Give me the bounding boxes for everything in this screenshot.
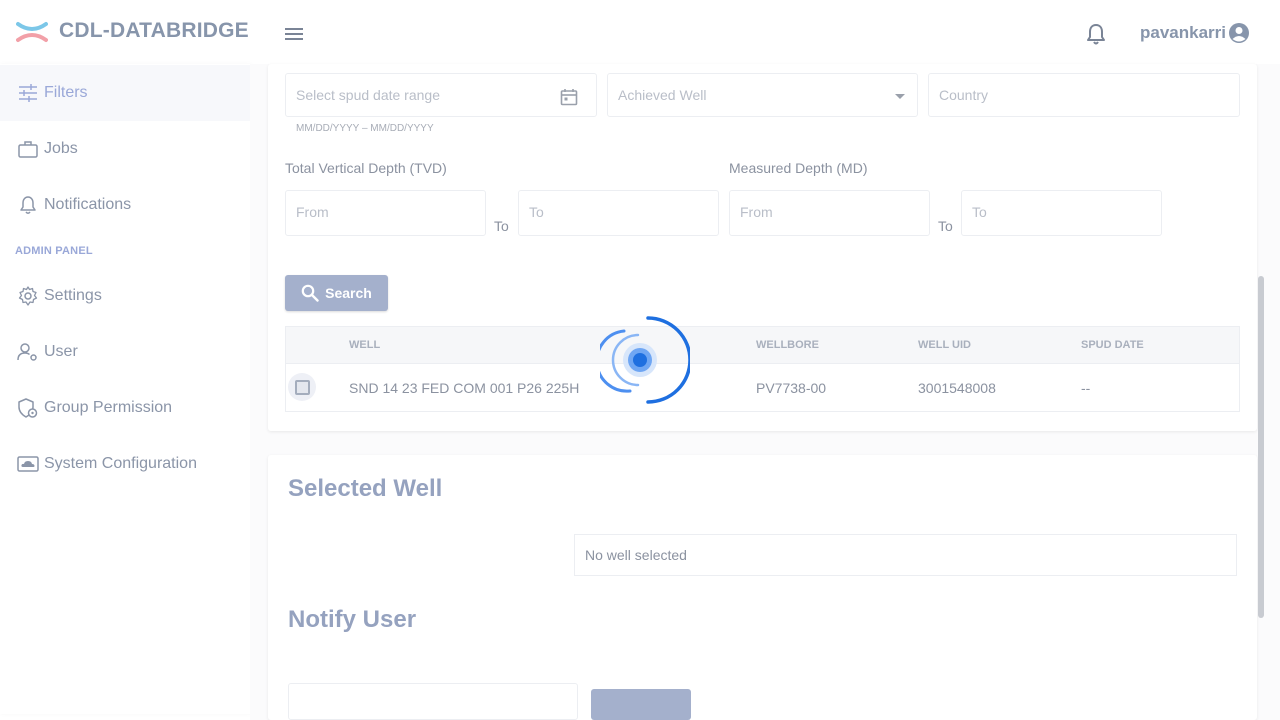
filters-icon [17,82,39,104]
cell-well-uid: 3001548008 [918,380,996,396]
search-button-label: Search [325,285,372,301]
tvd-from-placeholder: From [296,204,329,220]
sidebar-item-user[interactable]: User [0,324,250,380]
search-icon [301,284,319,302]
table-header: WELL WELLBORE WELL UID SPUD DATE [286,327,1239,364]
user-menu[interactable]: pavankarri [1140,21,1250,45]
username: pavankarri [1140,23,1226,42]
sidebar-item-filters[interactable]: Filters [0,65,250,121]
cloud-icon [17,453,39,475]
calendar-icon[interactable] [560,88,578,106]
hamburger-menu-icon[interactable] [284,24,306,44]
column-header-spud-date[interactable]: SPUD DATE [1081,339,1144,351]
tvd-to-placeholder: To [529,204,544,220]
bell-icon [17,194,39,216]
row-checkbox[interactable] [288,373,316,401]
notify-user-title: Notify User [288,606,417,633]
notification-bell-icon[interactable] [1085,22,1107,46]
cell-wellbore: PV7738-00 [756,380,827,396]
achieved-well-placeholder: Achieved Well [618,87,707,103]
selected-well-box: No well selected [574,534,1237,576]
search-button[interactable]: Search [285,275,388,311]
admin-panel-label: ADMIN PANEL [15,245,93,257]
md-to-placeholder: To [972,204,987,220]
sidebar-item-label: Jobs [44,140,78,157]
briefcase-icon [17,138,39,160]
spud-date-range-input[interactable]: Select spud date range [285,73,597,117]
column-header-well[interactable]: WELL [349,339,380,351]
country-placeholder: Country [939,87,989,103]
sidebar: Filters Jobs Notifications ADMIN PANEL S… [0,64,250,714]
sidebar-item-group-permission[interactable]: Group Permission [0,380,250,436]
md-to-label: To [938,218,953,234]
gear-icon [17,285,39,307]
country-input[interactable]: Country [928,73,1240,117]
cell-spud-date: -- [1081,380,1091,396]
account-circle-icon [1229,23,1249,43]
column-header-well-uid[interactable]: WELL UID [918,339,971,351]
sidebar-item-label: Filters [44,84,88,101]
wells-table: WELL WELLBORE WELL UID SPUD DATE SND 14 … [285,326,1240,412]
md-label: Measured Depth (MD) [729,160,868,176]
tvd-to-input[interactable]: To [518,190,719,236]
md-to-input[interactable]: To [961,190,1162,236]
notify-button[interactable] [591,689,691,720]
sidebar-item-label: Group Permission [44,399,173,416]
notify-user-input[interactable] [288,683,578,720]
tvd-to-label: To [494,218,509,234]
tvd-from-input[interactable]: From [285,190,486,236]
sidebar-item-jobs[interactable]: Jobs [0,121,250,177]
spud-date-hint: MM/DD/YYYY – MM/DD/YYYY [296,123,434,134]
achieved-well-select[interactable]: Achieved Well [607,73,918,117]
loading-spinner-icon [600,316,690,404]
spud-date-placeholder: Select spud date range [296,87,440,103]
top-header: CDL-DATABRIDGE pavankarri [0,0,1280,64]
column-header-wellbore[interactable]: WELLBORE [756,339,819,351]
selected-well-title: Selected Well [288,475,443,502]
sidebar-item-label: User [44,343,78,360]
md-from-placeholder: From [740,204,773,220]
md-from-input[interactable]: From [729,190,930,236]
app-title: CDL-DATABRIDGE [59,19,249,42]
logo-icon [16,22,48,42]
sidebar-item-label: Settings [44,287,102,304]
sidebar-item-notifications[interactable]: Notifications [0,177,250,233]
checkbox-box [294,379,310,395]
no-well-selected-text: No well selected [585,547,687,563]
sidebar-item-label: System Configuration [44,455,197,472]
dropdown-arrow-icon [895,94,905,99]
sidebar-item-label: Notifications [44,196,132,213]
sidebar-item-settings[interactable]: Settings [0,268,250,324]
shield-icon [17,397,39,419]
tvd-label: Total Vertical Depth (TVD) [285,160,447,176]
scrollbar-thumb[interactable] [1258,276,1264,618]
sidebar-item-system-configuration[interactable]: System Configuration [0,436,250,492]
user-gear-icon [17,341,39,363]
cell-well: SND 14 23 FED COM 001 P26 225H [349,380,580,396]
